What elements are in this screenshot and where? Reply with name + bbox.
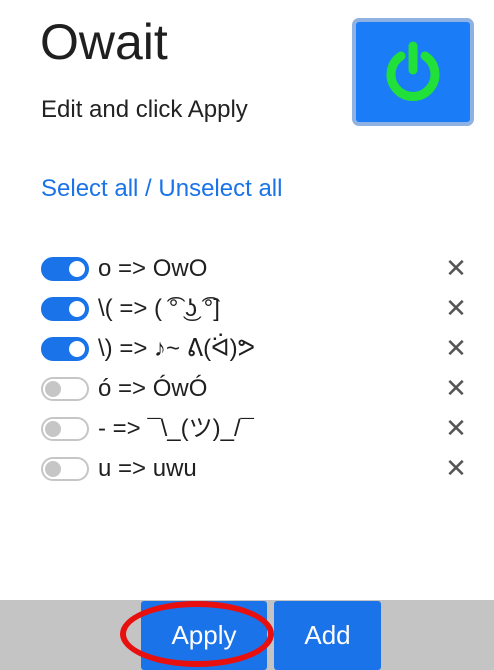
rule-text: \( => ( ͡° ͜ʖ ͡°]	[98, 295, 220, 322]
delete-rule-icon[interactable]: ✕	[442, 295, 470, 323]
select-all-link[interactable]: Select all	[41, 175, 138, 202]
rule-text: \) => ♪~ ᕕ(ᐛ)ᕗ	[98, 335, 255, 362]
power-icon	[386, 41, 440, 101]
rule-item: - => ¯\_(ツ)_/¯ ✕	[0, 409, 494, 449]
rule-toggle[interactable]	[41, 417, 89, 441]
rule-text: o => OwO	[98, 255, 208, 282]
delete-rule-icon[interactable]: ✕	[442, 415, 470, 443]
rule-toggle[interactable]	[41, 457, 89, 481]
rule-list: o => OwO ✕ \( => ( ͡° ͜ʖ ͡°] ✕ \) => ♪~ …	[0, 249, 494, 489]
rule-toggle[interactable]	[41, 337, 89, 361]
rule-item: \) => ♪~ ᕕ(ᐛ)ᕗ ✕	[0, 329, 494, 369]
toggle-knob	[69, 301, 85, 317]
apply-button[interactable]: Apply	[141, 601, 267, 670]
rule-text: u => uwu	[98, 455, 197, 482]
rule-toggle[interactable]	[41, 297, 89, 321]
delete-rule-icon[interactable]: ✕	[442, 455, 470, 483]
rule-text: ó => ÓwÓ	[98, 375, 208, 402]
toggle-knob	[69, 341, 85, 357]
unselect-all-link[interactable]: Unselect all	[158, 175, 282, 202]
selection-links: Select all / Unselect all	[41, 174, 282, 204]
power-button[interactable]	[352, 18, 474, 126]
delete-rule-icon[interactable]: ✕	[442, 335, 470, 363]
selection-separator: /	[138, 175, 159, 202]
rule-text: - => ¯\_(ツ)_/¯	[98, 415, 254, 442]
delete-rule-icon[interactable]: ✕	[442, 375, 470, 403]
page-subtitle: Edit and click Apply	[41, 96, 248, 123]
rule-toggle[interactable]	[41, 257, 89, 281]
delete-rule-icon[interactable]: ✕	[442, 255, 470, 283]
rule-item: o => OwO ✕	[0, 249, 494, 289]
rule-toggle[interactable]	[41, 377, 89, 401]
rule-item: u => uwu ✕	[0, 449, 494, 489]
rule-item: ó => ÓwÓ ✕	[0, 369, 494, 409]
toggle-knob	[45, 421, 61, 437]
toggle-knob	[45, 381, 61, 397]
toggle-knob	[45, 461, 61, 477]
rule-item: \( => ( ͡° ͜ʖ ͡°] ✕	[0, 289, 494, 329]
toggle-knob	[69, 261, 85, 277]
page-title: Owait	[40, 14, 168, 70]
add-button[interactable]: Add	[274, 601, 381, 670]
